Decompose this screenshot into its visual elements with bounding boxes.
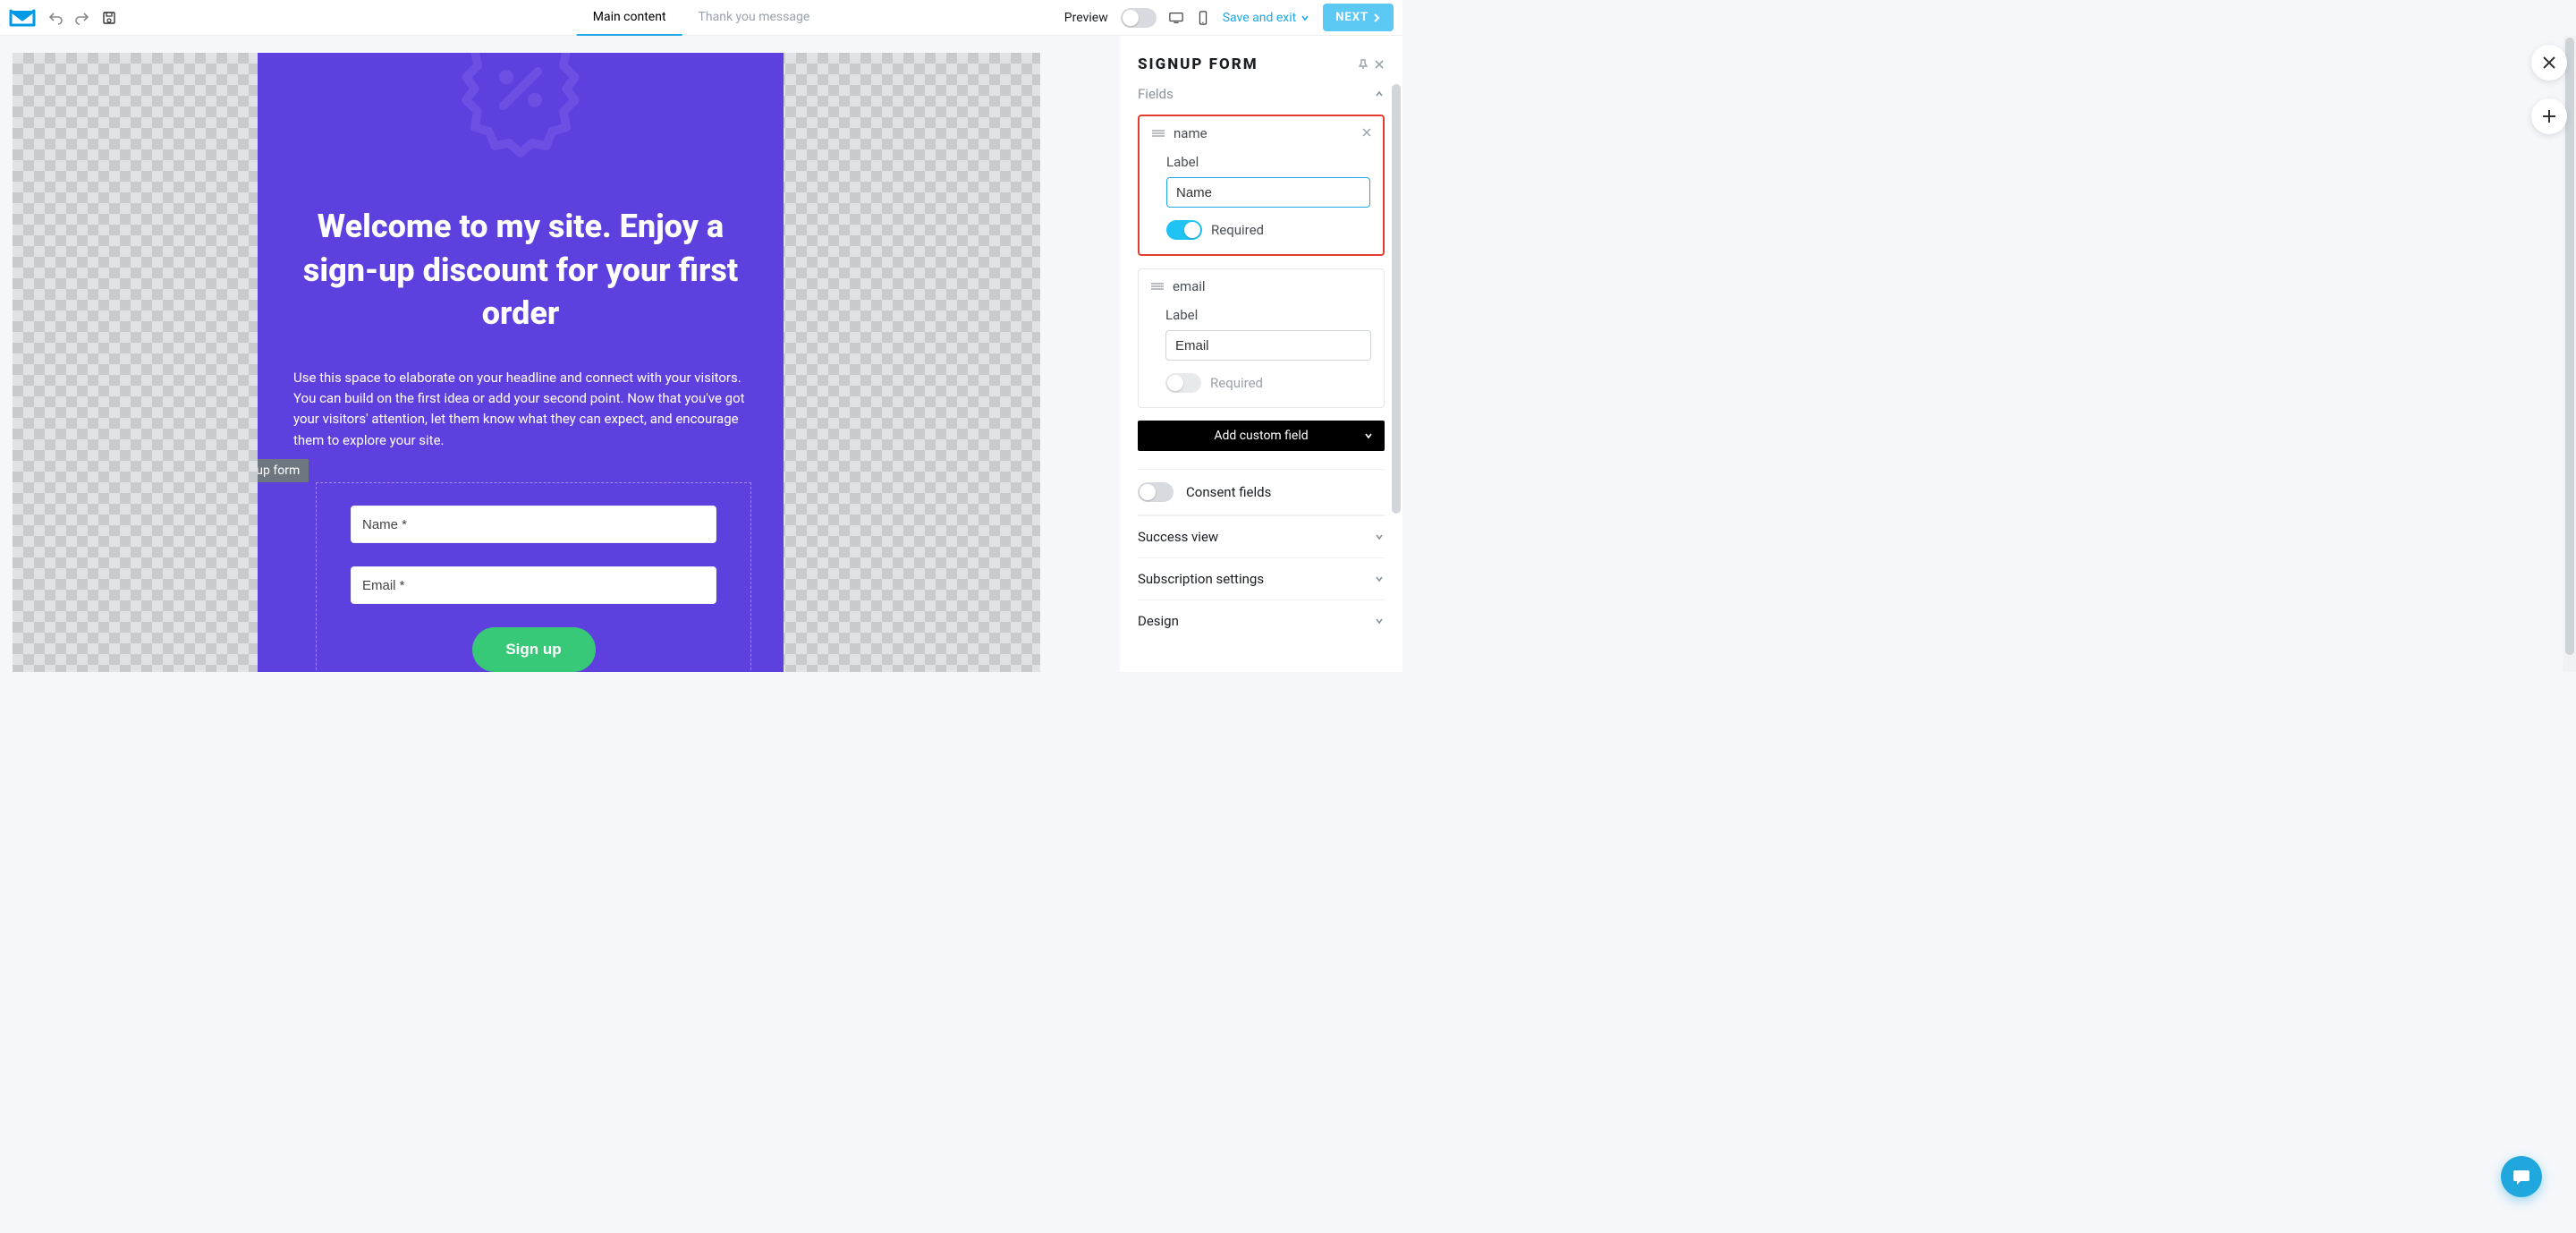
field-email-required-row: Required <box>1165 373 1371 393</box>
canvas-area: Welcome to my site. Enjoy a sign-up disc… <box>0 36 1120 672</box>
field-card-email[interactable]: email Label Required <box>1138 268 1385 408</box>
name-field[interactable] <box>351 506 716 543</box>
toolbar-left <box>9 9 116 27</box>
field-name-required-row: Required <box>1166 220 1370 240</box>
tabs: Main content Thank you message <box>577 0 826 35</box>
save-exit-label: Save and exit <box>1223 11 1296 25</box>
design-section[interactable]: Design <box>1138 599 1385 642</box>
chevron-down-icon <box>1374 616 1385 626</box>
subscription-label: Subscription settings <box>1138 571 1264 587</box>
save-icon[interactable] <box>102 11 116 25</box>
fields-section-header[interactable]: Fields <box>1138 81 1385 115</box>
right-rail <box>2531 45 2567 134</box>
tab-main-content[interactable]: Main content <box>577 0 682 36</box>
workspace: Welcome to my site. Enjoy a sign-up disc… <box>0 36 1402 672</box>
panel-title: SIGNUP FORM <box>1138 55 1258 73</box>
email-field[interactable] <box>351 566 716 604</box>
discount-badge-icon <box>449 53 592 160</box>
undo-icon[interactable] <box>48 11 63 25</box>
field-name-required-toggle[interactable] <box>1166 220 1202 240</box>
add-custom-field-button[interactable]: Add custom field <box>1138 421 1385 451</box>
consent-label: Consent fields <box>1186 484 1271 500</box>
signup-form-block[interactable]: Sign up <box>316 482 751 672</box>
popup-description[interactable]: Use this space to elaborate on your head… <box>293 368 748 451</box>
drag-handle-icon[interactable] <box>1151 282 1164 291</box>
field-name-required-label: Required <box>1211 222 1264 238</box>
popup-content: Welcome to my site. Enjoy a sign-up disc… <box>293 205 748 451</box>
chevron-down-icon <box>1363 430 1374 441</box>
field-email-key: email <box>1173 278 1206 294</box>
chevron-down-icon <box>1374 531 1385 542</box>
preview-toggle[interactable] <box>1121 8 1157 28</box>
settings-panel: SIGNUP FORM Fields name <box>1120 36 1402 672</box>
field-name-label-caption: Label <box>1166 154 1370 170</box>
desktop-view-icon[interactable] <box>1169 11 1183 25</box>
field-email-required-label: Required <box>1210 375 1263 391</box>
subscription-settings-section[interactable]: Subscription settings <box>1138 557 1385 599</box>
consent-fields-row: Consent fields <box>1138 469 1385 515</box>
close-panel-icon[interactable] <box>1374 59 1385 70</box>
redo-icon[interactable] <box>75 11 89 25</box>
close-editor-button[interactable] <box>2531 45 2567 81</box>
mobile-view-icon[interactable] <box>1196 11 1210 25</box>
field-email-required-toggle[interactable] <box>1165 373 1201 393</box>
signup-button[interactable]: Sign up <box>472 627 596 672</box>
field-name-key: name <box>1174 125 1208 141</box>
success-view-section[interactable]: Success view <box>1138 515 1385 557</box>
popup-headline[interactable]: Welcome to my site. Enjoy a sign-up disc… <box>293 205 748 336</box>
preview-label: Preview <box>1064 11 1108 25</box>
chat-fab-button[interactable] <box>2501 1156 2542 1197</box>
drag-handle-icon[interactable] <box>1152 129 1165 138</box>
panel-scrollbar[interactable] <box>1392 84 1401 657</box>
tab-thank-you[interactable]: Thank you message <box>682 0 826 36</box>
field-email-label-input[interactable] <box>1165 330 1371 361</box>
panel-body: Fields name Label Required <box>1120 81 1402 672</box>
panel-header: SIGNUP FORM <box>1120 36 1402 81</box>
chevron-down-icon <box>1374 574 1385 584</box>
signup-form-tag: Signup form <box>258 459 309 482</box>
fields-label: Fields <box>1138 86 1174 102</box>
app-logo-icon[interactable] <box>9 9 36 27</box>
pin-icon[interactable] <box>1358 59 1368 70</box>
top-toolbar: Main content Thank you message Preview S… <box>0 0 1402 36</box>
success-view-label: Success view <box>1138 529 1218 545</box>
signup-popup[interactable]: Welcome to my site. Enjoy a sign-up disc… <box>258 53 784 672</box>
next-button[interactable]: NEXT <box>1323 4 1394 31</box>
toolbar-right: Preview Save and exit NEXT <box>1064 4 1394 31</box>
next-label: NEXT <box>1335 11 1368 24</box>
chevron-up-icon <box>1374 89 1385 99</box>
add-custom-label: Add custom field <box>1214 429 1308 443</box>
remove-field-icon[interactable] <box>1361 127 1372 138</box>
field-card-name[interactable]: name Label Required <box>1138 115 1385 256</box>
field-email-label-caption: Label <box>1165 307 1371 323</box>
design-label: Design <box>1138 613 1179 629</box>
save-and-exit-button[interactable]: Save and exit <box>1223 11 1310 25</box>
add-element-button[interactable] <box>2531 98 2567 134</box>
field-name-header: name <box>1152 125 1370 149</box>
field-name-label-input[interactable] <box>1166 177 1370 208</box>
consent-toggle[interactable] <box>1138 482 1174 502</box>
editor-canvas[interactable]: Welcome to my site. Enjoy a sign-up disc… <box>13 53 1040 672</box>
field-email-header: email <box>1151 278 1371 302</box>
panel-header-icons <box>1358 59 1385 70</box>
